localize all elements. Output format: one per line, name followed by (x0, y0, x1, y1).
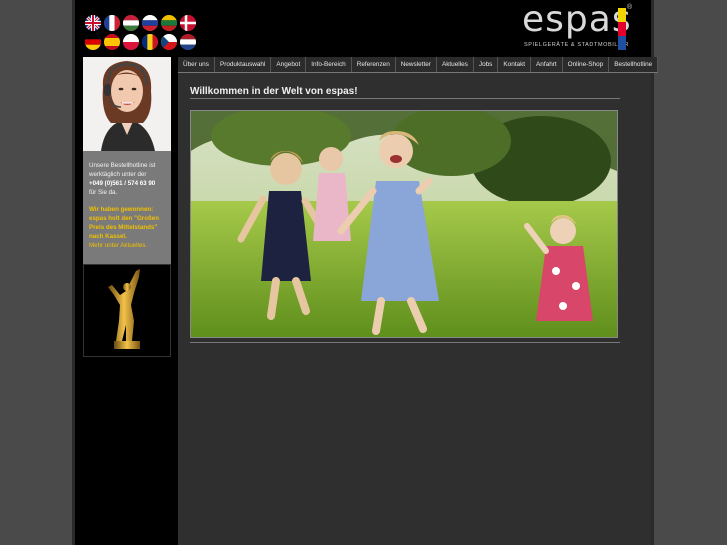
hotline-text-2: für Sie da. (89, 189, 118, 196)
nav-item-online-shop[interactable]: Online-Shop (563, 57, 610, 72)
lithuania-flag[interactable] (161, 15, 177, 31)
germany-flag[interactable] (85, 34, 101, 50)
hero-divider (190, 342, 620, 343)
czech-flag[interactable] (161, 34, 177, 50)
uk-flag[interactable] (85, 15, 101, 31)
russia-flag[interactable] (142, 15, 158, 31)
award-announcement: Wir haben gewonnen: espas holt den "Groß… (89, 206, 159, 240)
nav-item-info-bereich[interactable]: Info-Bereich (306, 57, 352, 72)
title-divider (190, 98, 620, 99)
hotline-info: Unsere Bestellhotline ist werktäglich un… (83, 151, 171, 264)
espas-logo[interactable]: espas SPIELGERÄTE & STADTMOBILIAR ® (520, 2, 640, 52)
nav-item-produktauswahl[interactable]: Produktauswahl (215, 57, 272, 72)
nav-item-bestellhotline[interactable]: Bestellhotline (609, 57, 659, 72)
netherlands-flag[interactable] (180, 34, 196, 50)
logo-wordmark: espas (522, 0, 632, 40)
denmark-flag[interactable] (180, 15, 196, 31)
spain-flag[interactable] (104, 34, 120, 50)
page: espas SPIELGERÄTE & STADTMOBILIAR ® Unse… (75, 0, 659, 545)
logo-blue-block (618, 36, 626, 50)
poland-flag[interactable] (123, 34, 139, 50)
hungary-flag[interactable] (123, 15, 139, 31)
hotline-text-1: Unsere Bestellhotline ist werktäglich un… (89, 162, 156, 178)
logo-tagline: SPIELGERÄTE & STADTMOBILIAR (524, 42, 630, 48)
main-navigation: Über uns Produktauswahl Angebot Info-Bereic… (178, 57, 659, 73)
hero-children-photo (190, 110, 618, 338)
award-trophy-image[interactable] (83, 264, 171, 357)
nav-item-über-uns[interactable]: Über uns (178, 57, 215, 72)
registered-mark: ® (627, 4, 633, 11)
more-news-link[interactable]: Mehr unter Aktuelles. (89, 241, 167, 250)
nav-item-anfahrt[interactable]: Anfahrt (531, 57, 563, 72)
nav-item-referenzen[interactable]: Referenzen (352, 57, 396, 72)
sidebar: Unsere Bestellhotline ist werktäglich un… (83, 57, 171, 545)
nav-item-angebot[interactable]: Angebot (271, 57, 307, 72)
hotline-agent-photo[interactable] (83, 57, 171, 151)
hotline-phone: +049 (0)561 / 574 63 90 (89, 180, 156, 187)
nav-item-kontakt[interactable]: Kontakt (498, 57, 532, 72)
nav-item-jobs[interactable]: Jobs (474, 57, 499, 72)
romania-flag[interactable] (142, 34, 158, 50)
nav-item-newsletter[interactable]: Newsletter (396, 57, 437, 72)
sidebar-empty-area (83, 357, 171, 545)
logo-red-block (618, 22, 626, 36)
main-content: Willkommen in der Welt von espas! (178, 73, 651, 545)
france-flag[interactable] (104, 15, 120, 31)
page-title: Willkommen in der Welt von espas! (190, 86, 358, 97)
nav-item-aktuelles[interactable]: Aktuelles (437, 57, 474, 72)
logo-yellow-block (618, 8, 626, 22)
